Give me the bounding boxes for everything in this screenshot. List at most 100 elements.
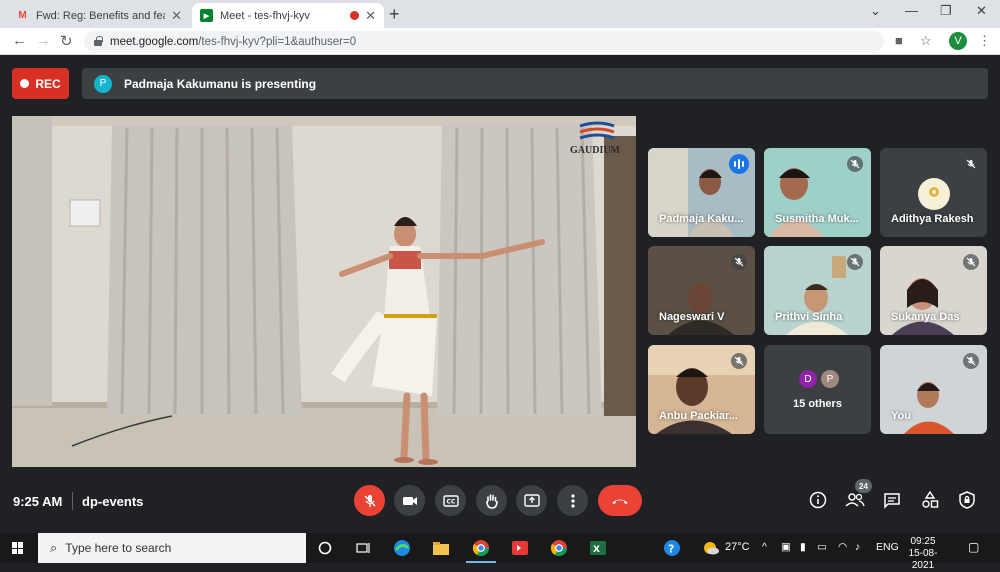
mic-off-icon <box>963 254 979 270</box>
raise-hand-button[interactable] <box>476 485 507 516</box>
presenter-avatar: P <box>94 74 112 93</box>
url-path: /tes-fhvj-kyv?pli=1&authuser=0 <box>198 35 357 48</box>
participant-tile[interactable]: Adithya Rakesh <box>880 148 987 237</box>
windows-start-icon[interactable] <box>12 542 24 554</box>
browser-toolbar: ← → ↻ meet.google.com/tes-fhvj-kyv?pli=1… <box>0 28 1000 55</box>
participant-tile[interactable]: Sukanya Das <box>880 246 987 335</box>
camera-icon <box>402 496 417 505</box>
recorder-app-icon[interactable] <box>509 537 531 559</box>
help-icon[interactable]: ? <box>661 537 683 559</box>
camera-blocked-icon[interactable]: ■ <box>895 33 903 48</box>
captions-button[interactable]: CC <box>435 485 466 516</box>
browser-menu-icon[interactable]: ⋮ <box>978 33 991 49</box>
participant-tile[interactable]: Susmitha Muk... <box>764 148 871 237</box>
taskbar-search-input[interactable]: ⌕ Type here to search <box>38 533 306 563</box>
info-icon <box>809 491 827 509</box>
search-icon: ⌕ <box>50 540 58 555</box>
avatar-logo <box>929 187 939 197</box>
wifi-icon[interactable]: ◠ <box>838 541 847 553</box>
participant-tile-self[interactable]: You <box>880 345 987 434</box>
tab-gmail[interactable]: M Fwd: Reg: Benefits and feautres. ✕ <box>8 3 190 28</box>
others-count: 15 others <box>793 398 842 410</box>
shield-lock-icon <box>959 491 975 509</box>
close-tab-icon[interactable]: ✕ <box>365 8 376 24</box>
camera-toggle-button[interactable] <box>394 485 425 516</box>
participant-name: Prithvi Sinha <box>775 311 843 323</box>
minimize-button[interactable]: — <box>905 3 918 18</box>
participant-tile[interactable]: Anbu Packiar... <box>648 345 755 434</box>
meet-now-icon[interactable]: ▣ <box>781 541 791 553</box>
bookmark-star-icon[interactable]: ☆ <box>920 33 932 49</box>
microphone-tray-icon[interactable]: ▮ <box>800 541 806 553</box>
svg-text:?: ? <box>668 543 674 556</box>
chrome-icon[interactable] <box>548 537 570 559</box>
microphone-toggle-button[interactable] <box>354 485 385 516</box>
excel-icon[interactable]: X <box>587 537 609 559</box>
reload-icon[interactable]: ↻ <box>60 32 73 50</box>
cortana-icon[interactable] <box>314 537 336 559</box>
svg-text:CC: CC <box>446 498 455 505</box>
mic-off-icon <box>847 254 863 270</box>
weather-icon[interactable] <box>700 537 722 559</box>
people-icon <box>845 493 865 507</box>
presentation-video: GAUDIUM <box>12 116 636 467</box>
back-icon[interactable]: ← <box>12 32 27 49</box>
mic-off-icon <box>963 353 979 369</box>
participant-tile[interactable]: Padmaja Kaku... <box>648 148 755 237</box>
divider <box>72 492 73 510</box>
close-window-button[interactable]: ✕ <box>976 3 987 19</box>
chat-button[interactable] <box>880 488 904 512</box>
participant-tile[interactable]: Nageswari V <box>648 246 755 335</box>
mic-off-icon <box>731 254 747 270</box>
battery-icon[interactable]: ▭ <box>817 541 827 553</box>
input-language[interactable]: ENG <box>876 541 899 553</box>
svg-text:GAUDIUM: GAUDIUM <box>570 145 621 156</box>
windows-taskbar: ⌕ Type here to search X ? 27°C ^ ▣ ▮ ▭ ◠… <box>0 533 1000 571</box>
participant-name: Anbu Packiar... <box>659 410 738 422</box>
volume-icon[interactable]: ♪ <box>855 541 860 553</box>
forward-icon[interactable]: → <box>36 32 51 49</box>
others-avatars: D P <box>798 369 840 389</box>
activities-button[interactable] <box>918 488 942 512</box>
participant-name: Padmaja Kaku... <box>659 213 744 225</box>
captions-icon: CC <box>442 494 459 507</box>
new-tab-button[interactable]: + <box>389 4 400 25</box>
show-hidden-icons-icon[interactable]: ^ <box>762 541 767 553</box>
restore-button[interactable]: ❐ <box>940 3 952 19</box>
more-options-button[interactable] <box>557 485 588 516</box>
edge-icon[interactable] <box>391 537 413 559</box>
meeting-details-button[interactable] <box>806 488 830 512</box>
others-tile[interactable]: D P 15 others <box>764 345 871 434</box>
weather-temperature: 27°C <box>725 541 750 553</box>
present-icon <box>523 494 540 507</box>
host-controls-button[interactable] <box>955 488 979 512</box>
tab-search-icon[interactable]: ⌄ <box>870 3 881 19</box>
chrome-profile-icon[interactable] <box>466 537 496 563</box>
participant-name: Sukanya Das <box>891 311 960 323</box>
close-tab-icon[interactable]: ✕ <box>171 8 182 24</box>
participant-name: Susmitha Muk... <box>775 213 859 225</box>
participant-tile[interactable]: Prithvi Sinha <box>764 246 871 335</box>
more-vert-icon <box>570 493 575 508</box>
leave-call-button[interactable] <box>598 485 642 516</box>
meeting-code: dp-events <box>82 494 144 509</box>
participant-name: Nageswari V <box>659 311 725 323</box>
url-host: meet.google.com <box>110 35 199 48</box>
present-screen-button[interactable] <box>516 485 547 516</box>
hang-up-icon <box>612 499 628 504</box>
recording-button[interactable]: REC <box>12 68 69 99</box>
activities-icon <box>922 491 939 508</box>
tab-meet[interactable]: ▶ Meet - tes-fhvj-kyv ✕ <box>192 3 384 28</box>
browser-tab-strip: M Fwd: Reg: Benefits and feautres. ✕ ▶ M… <box>0 0 1000 28</box>
system-clock[interactable]: 09:25 15-08-2021 <box>900 536 946 572</box>
clock-date: 15-08-2021 <box>908 548 938 571</box>
file-explorer-icon[interactable] <box>430 537 452 559</box>
rec-label: REC <box>35 76 61 91</box>
notifications-icon[interactable]: ▢ <box>968 540 979 554</box>
profile-avatar[interactable]: V <box>949 32 967 50</box>
task-view-icon[interactable] <box>352 537 374 559</box>
address-bar[interactable]: meet.google.com/tes-fhvj-kyv?pli=1&authu… <box>84 31 884 52</box>
speaking-indicator-icon <box>729 154 749 174</box>
school-logo: GAUDIUM <box>568 120 630 160</box>
avatar: P <box>820 369 840 389</box>
